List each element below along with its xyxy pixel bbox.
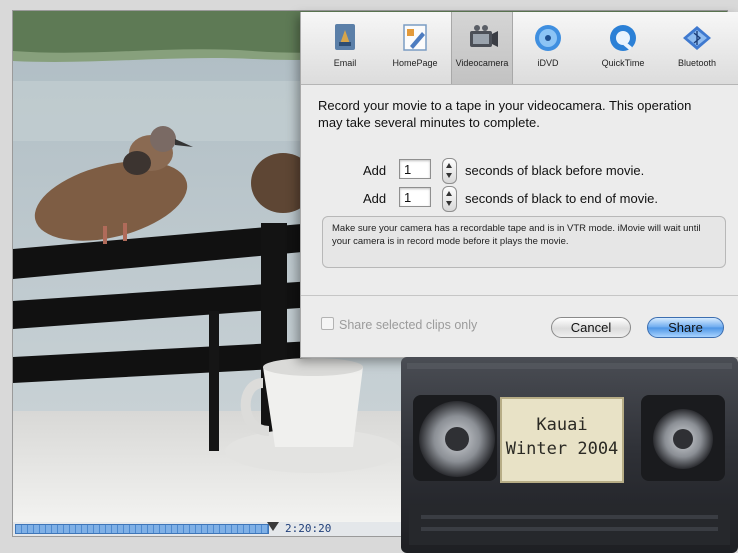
vhs-tape-image: Kauai Winter 2004: [401, 355, 738, 553]
share-sheet: Email HomePage Videocamera iDVD QuickTim…: [300, 12, 738, 358]
stepper-down-icon[interactable]: [446, 173, 452, 178]
playhead-icon[interactable]: [267, 522, 279, 531]
tape-note-box: Make sure your camera has a recordable t…: [322, 216, 726, 268]
tab-bluetooth[interactable]: Bluetooth: [666, 12, 728, 84]
seconds-before-stepper[interactable]: [442, 158, 457, 184]
tab-quicktime-label: QuickTime: [601, 58, 645, 68]
quicktime-icon: [610, 25, 636, 51]
checkbox-icon[interactable]: [321, 317, 334, 330]
tab-idvd[interactable]: iDVD: [520, 12, 576, 84]
black-end-label: seconds of black to end of movie.: [465, 191, 658, 206]
videocamera-icon: [470, 25, 498, 47]
black-before-row: Add 1 seconds of black before movie.: [301, 158, 738, 184]
tape-label: Kauai Winter 2004: [500, 397, 624, 483]
tab-bluetooth-label: Bluetooth: [677, 58, 717, 68]
black-before-label: seconds of black before movie.: [465, 163, 645, 178]
seconds-end-input[interactable]: 1: [399, 187, 431, 207]
divider: [301, 295, 738, 296]
tab-homepage-label: HomePage: [392, 58, 438, 68]
share-selected-label: Share selected clips only: [339, 318, 478, 332]
idvd-icon: [535, 25, 561, 51]
seconds-before-input[interactable]: 1: [399, 159, 431, 179]
tab-email-label: Email: [333, 58, 357, 68]
seconds-end-stepper[interactable]: [442, 186, 457, 212]
tape-label-line2: Winter 2004: [505, 439, 619, 459]
tab-videocamera[interactable]: Videocamera: [451, 12, 513, 84]
scrubber-track[interactable]: [15, 524, 269, 534]
tab-quicktime[interactable]: QuickTime: [592, 12, 654, 84]
share-selected-checkbox[interactable]: Share selected clips only: [321, 317, 477, 332]
tab-videocamera-label: Videocamera: [455, 58, 509, 68]
videocamera-panel: Record your movie to a tape in your vide…: [301, 85, 738, 357]
tab-homepage[interactable]: HomePage: [384, 12, 446, 84]
add-label: Add: [363, 191, 387, 206]
stepper-up-icon[interactable]: [446, 191, 452, 196]
stepper-down-icon[interactable]: [446, 201, 452, 206]
bluetooth-icon: [683, 26, 711, 50]
instructions-text: Record your movie to a tape in your vide…: [318, 98, 692, 130]
add-label: Add: [363, 163, 387, 178]
tape-label-line1: Kauai: [536, 415, 588, 435]
email-icon: [335, 24, 355, 50]
share-toolbar: Email HomePage Videocamera iDVD QuickTim…: [301, 12, 738, 85]
tab-email[interactable]: Email: [315, 12, 375, 84]
homepage-icon: [403, 24, 427, 51]
timecode: 2:20:20: [285, 522, 332, 535]
black-end-row: Add 1 seconds of black to end of movie.: [301, 186, 738, 212]
share-button[interactable]: Share: [647, 317, 724, 338]
stepper-up-icon[interactable]: [446, 163, 452, 168]
cancel-button[interactable]: Cancel: [551, 317, 631, 338]
tab-idvd-label: iDVD: [537, 58, 559, 68]
tape-note-text: Make sure your camera has a recordable t…: [332, 223, 701, 247]
